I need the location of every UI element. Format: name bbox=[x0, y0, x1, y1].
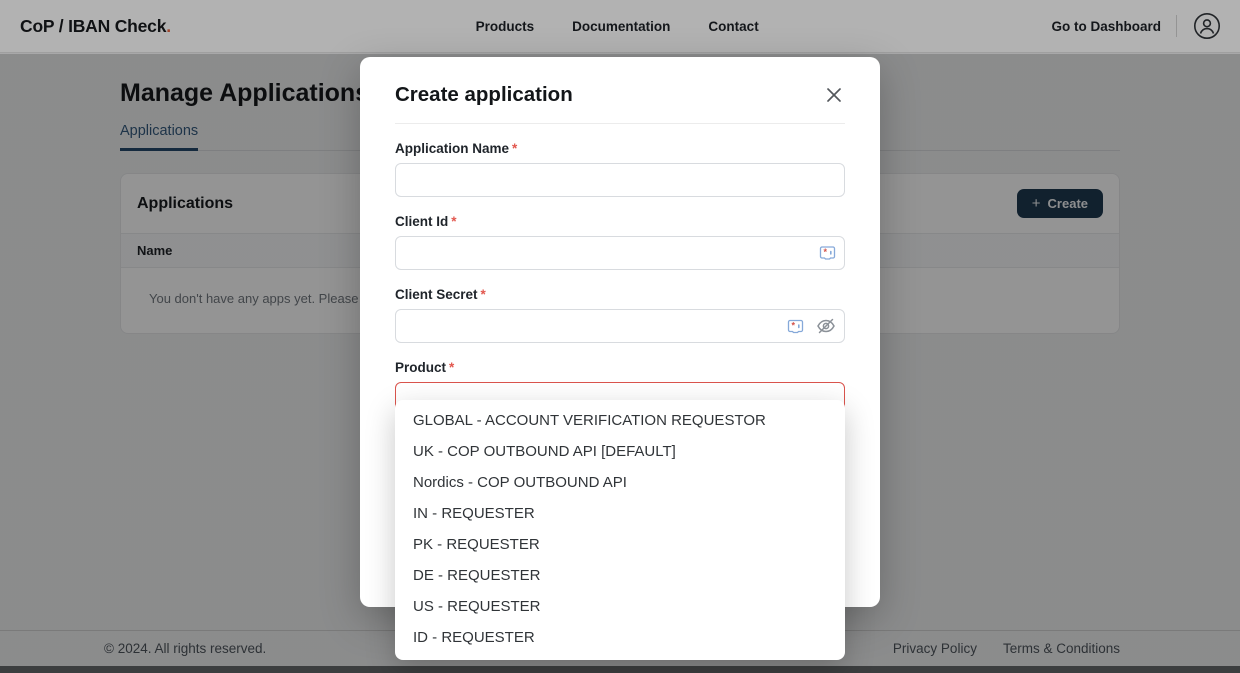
page: CoP / IBAN Check. ProductsDocumentationC… bbox=[0, 0, 1240, 673]
product-option[interactable]: GLOBAL - ACCOUNT VERIFICATION REQUESTOR bbox=[395, 405, 845, 436]
product-option[interactable]: DE - REQUESTER bbox=[395, 560, 845, 591]
required-marker: * bbox=[481, 287, 486, 302]
password-manager-icon[interactable]: * bbox=[787, 318, 804, 335]
product-option[interactable]: ID - REQUESTER bbox=[395, 622, 845, 653]
product-options-dropdown: GLOBAL - ACCOUNT VERIFICATION REQUESTORU… bbox=[395, 400, 845, 660]
eye-slash-icon[interactable] bbox=[816, 317, 836, 335]
required-marker: * bbox=[512, 141, 517, 156]
password-manager-icon[interactable]: * bbox=[819, 245, 836, 262]
client-secret-label: Client Secret* bbox=[395, 287, 845, 302]
modal-title: Create application bbox=[395, 83, 573, 107]
client-id-label: Client Id* bbox=[395, 214, 845, 229]
application-name-wrap bbox=[395, 163, 845, 197]
client-secret-wrap: * bbox=[395, 309, 845, 343]
client-id-input[interactable] bbox=[395, 236, 845, 270]
close-icon bbox=[825, 86, 843, 104]
close-button[interactable] bbox=[823, 84, 845, 106]
required-marker: * bbox=[449, 360, 454, 375]
application-name-label: Application Name* bbox=[395, 141, 845, 156]
product-option[interactable]: Nordics - COP OUTBOUND API bbox=[395, 467, 845, 498]
modal-header: Create application bbox=[395, 57, 845, 107]
modal-divider bbox=[395, 123, 845, 124]
svg-text:*: * bbox=[823, 247, 827, 257]
svg-text:*: * bbox=[791, 320, 795, 330]
client-secret-input[interactable] bbox=[395, 309, 845, 343]
product-option[interactable]: UK - COP OUTBOUND API [DEFAULT] bbox=[395, 436, 845, 467]
product-option[interactable]: US - REQUESTER bbox=[395, 591, 845, 622]
product-label: Product* bbox=[395, 360, 845, 375]
required-marker: * bbox=[451, 214, 456, 229]
application-name-input[interactable] bbox=[395, 163, 845, 197]
product-option[interactable]: PK - REQUESTER bbox=[395, 529, 845, 560]
client-id-wrap: * bbox=[395, 236, 845, 270]
product-option[interactable]: IN - REQUESTER bbox=[395, 498, 845, 529]
